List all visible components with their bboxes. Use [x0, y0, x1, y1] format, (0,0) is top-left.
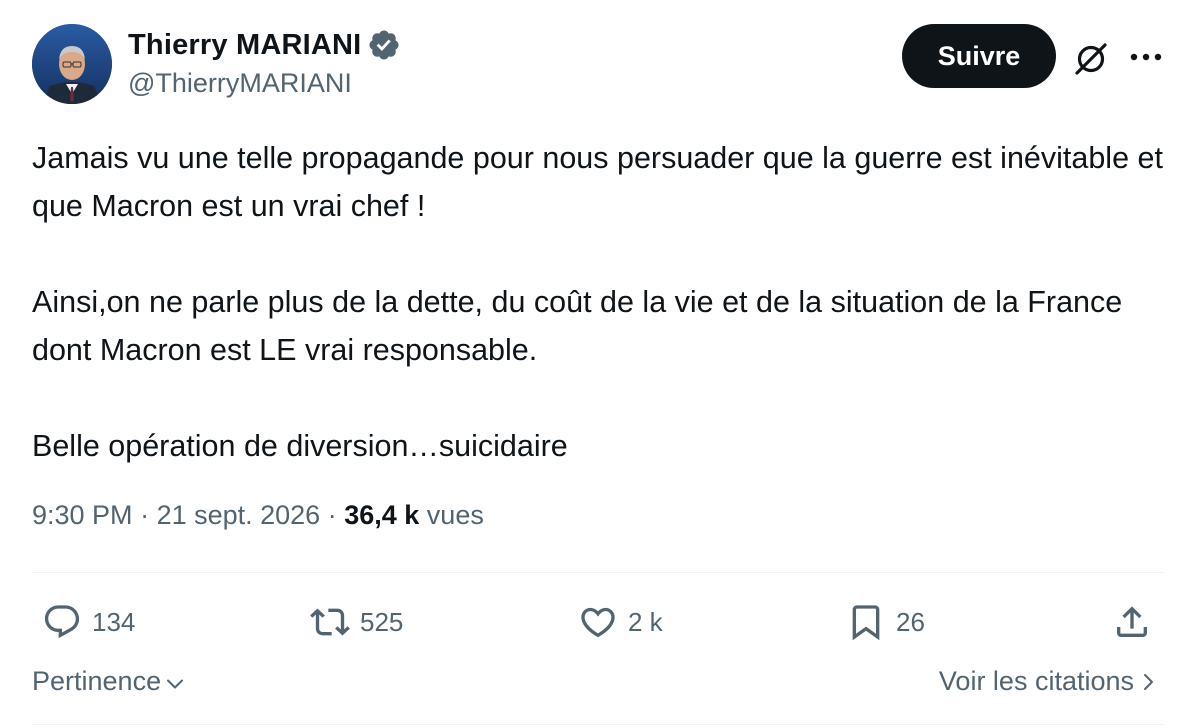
more-dots-icon — [1130, 53, 1162, 61]
tweet-date[interactable]: 21 sept. 2026 — [157, 500, 321, 530]
author-handle[interactable]: @ThierryMARIANI — [128, 68, 352, 99]
more-options-button[interactable] — [1126, 40, 1166, 74]
author-name[interactable]: Thierry MARIANI — [128, 29, 361, 62]
views-count: 36,4 k — [344, 500, 420, 530]
bookmark-icon — [852, 605, 880, 641]
share-button[interactable] — [1112, 600, 1152, 644]
repost-icon — [310, 608, 350, 636]
heart-icon — [581, 607, 615, 638]
grok-button[interactable] — [1070, 38, 1112, 80]
reply-icon — [44, 605, 80, 639]
repost-button[interactable]: 525 — [310, 600, 403, 644]
follow-button[interactable]: Suivre — [902, 24, 1056, 88]
author-name-row: Thierry MARIANI — [128, 26, 401, 64]
meta-separator: · — [132, 500, 157, 530]
reply-button[interactable]: 134 — [42, 600, 135, 644]
tweet-text: Jamais vu une telle propagande pour nous… — [32, 134, 1172, 470]
like-button[interactable]: 2 k — [578, 600, 663, 644]
divider — [32, 572, 1164, 573]
avatar[interactable] — [32, 24, 112, 104]
tweet-paragraph: Jamais vu une telle propagande pour nous… — [32, 141, 1163, 223]
tweet-paragraph: Belle opération de diversion…suicidaire — [32, 429, 568, 463]
like-count: 2 k — [628, 606, 663, 637]
tweet-paragraph: Ainsi,on ne parle plus de la dette, du c… — [32, 285, 1123, 367]
chevron-right-icon — [1144, 673, 1153, 690]
divider — [32, 724, 1164, 725]
verified-badge-icon[interactable] — [367, 28, 401, 62]
share-icon — [1117, 606, 1147, 637]
meta-separator: · — [320, 500, 345, 530]
repost-count: 525 — [360, 606, 404, 637]
avatar-image — [32, 24, 112, 104]
bookmark-button[interactable]: 26 — [846, 600, 925, 644]
views-label: vues — [426, 500, 484, 530]
sort-label: Pertinence — [32, 666, 162, 696]
chevron-down-icon — [167, 679, 184, 688]
reply-count: 134 — [92, 606, 136, 637]
bookmark-count: 26 — [896, 606, 925, 637]
tweet-meta: 9:30 PM · 21 sept. 2026 · 36,4 k vues — [32, 500, 484, 531]
grok-icon — [1075, 43, 1107, 75]
view-quotes-link[interactable]: Voir les citations — [939, 666, 1160, 697]
quotes-label: Voir les citations — [938, 666, 1134, 696]
tweet-time[interactable]: 9:30 PM — [32, 500, 133, 530]
sort-dropdown[interactable]: Pertinence — [32, 666, 187, 697]
